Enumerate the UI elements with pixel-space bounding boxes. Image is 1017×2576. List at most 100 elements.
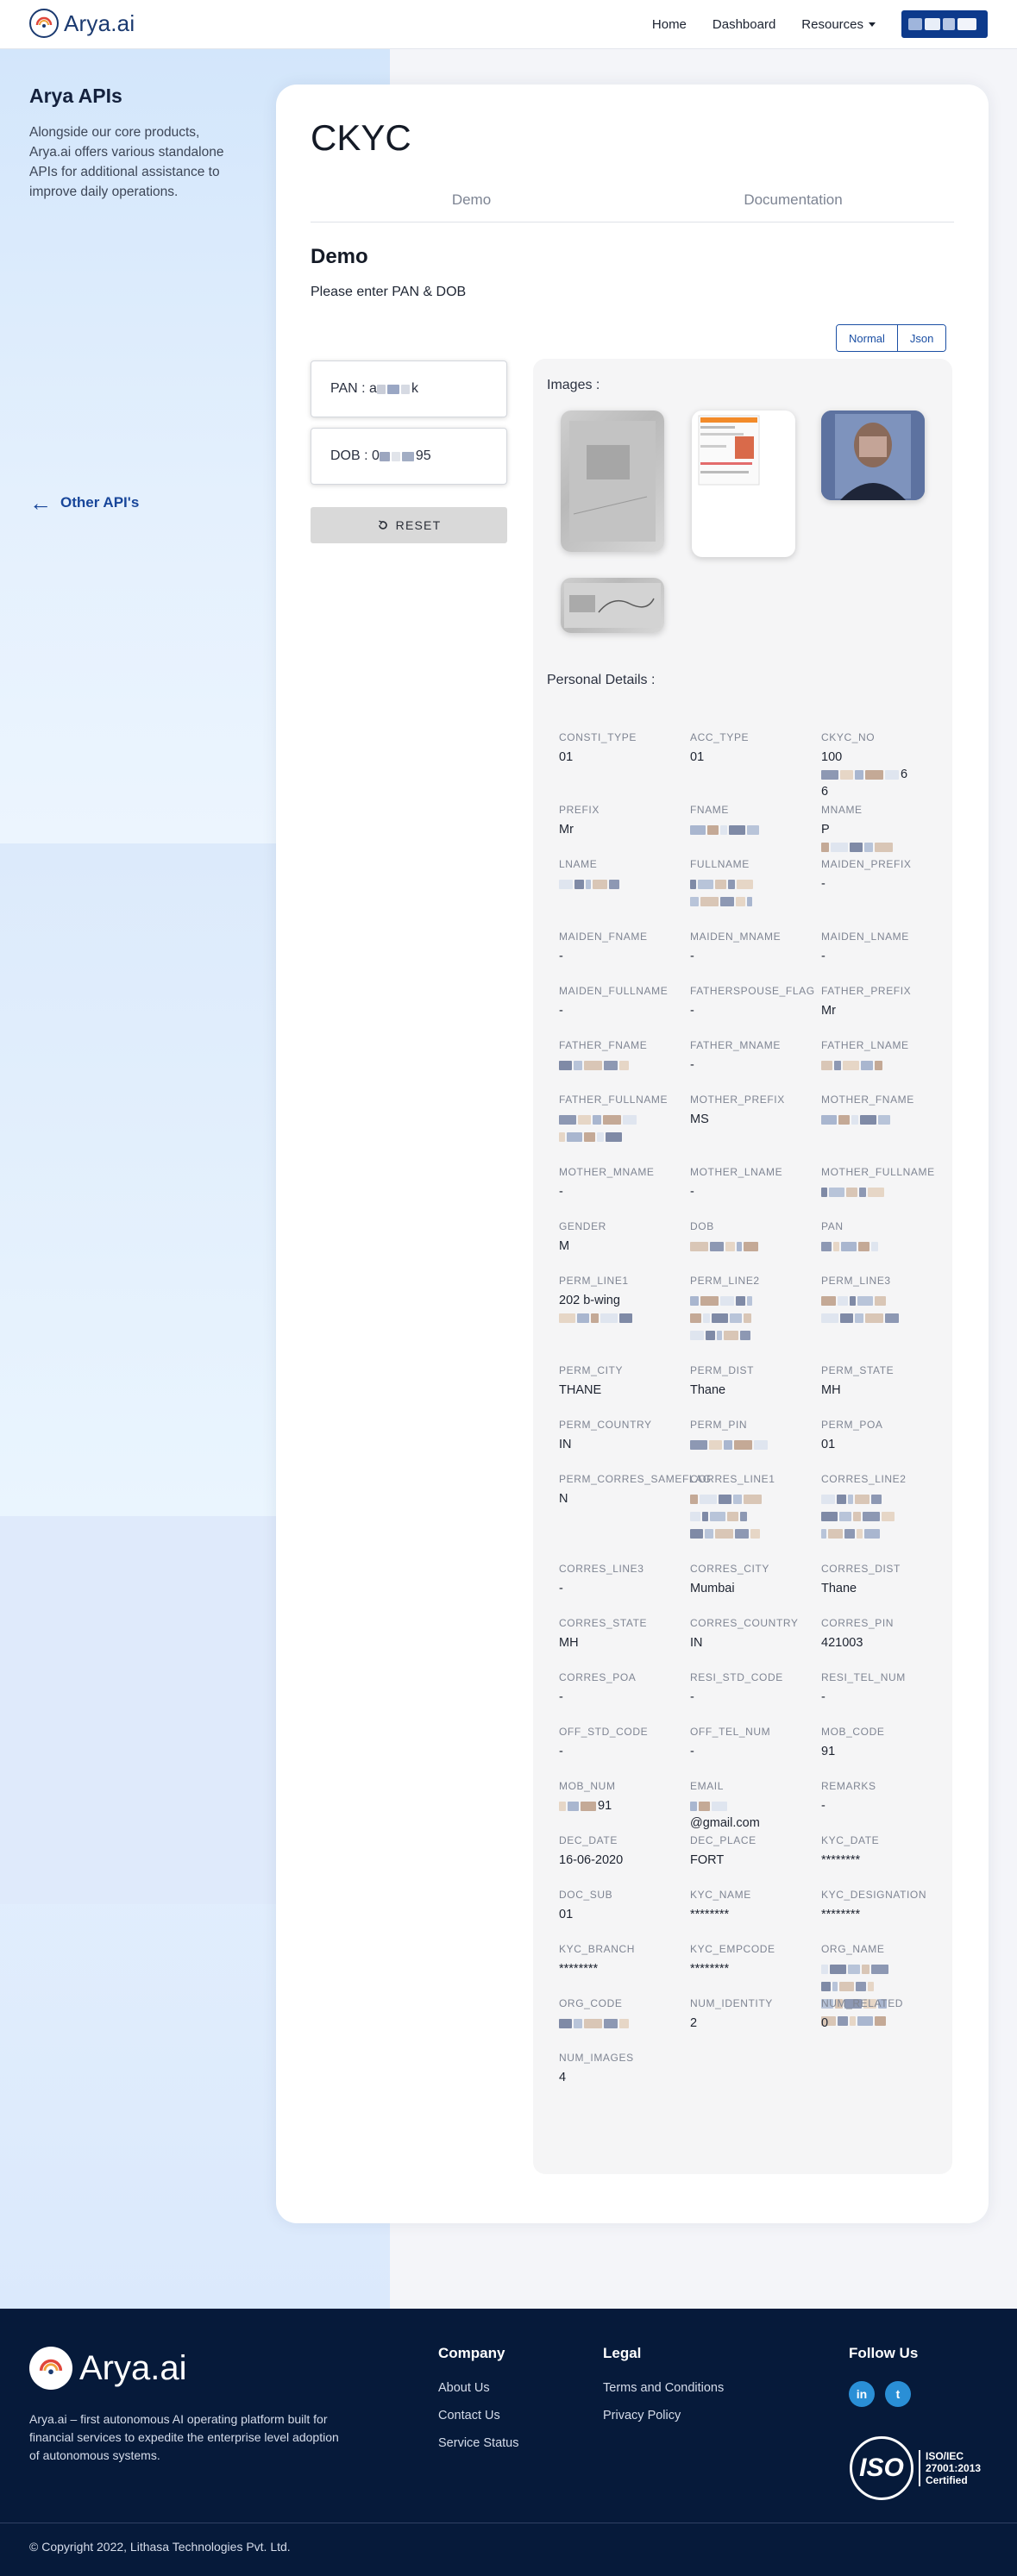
nav-home[interactable]: Home xyxy=(652,17,687,32)
detail-field-father-lname: FATHER_LNAME xyxy=(821,1039,951,1074)
footer-privacy-link[interactable]: Privacy Policy xyxy=(603,2409,724,2422)
detail-label: CORRES_LINE2 xyxy=(821,1473,907,1485)
reset-icon xyxy=(378,520,387,530)
detail-value: 2 xyxy=(690,2015,819,2032)
nav-dashboard[interactable]: Dashboard xyxy=(713,17,775,32)
detail-value: Mr xyxy=(821,1002,951,1019)
other-apis-label: Other API's xyxy=(60,494,140,511)
background-band xyxy=(0,843,276,1516)
detail-value: - xyxy=(559,948,688,965)
detail-value: Mumbai xyxy=(690,1580,819,1597)
tab-documentation[interactable]: Documentation xyxy=(632,191,954,222)
footer-contact-link[interactable]: Contact Us xyxy=(438,2409,519,2422)
detail-field-perm-line2: PERM_LINE2 xyxy=(690,1275,819,1344)
detail-value-text: FORT xyxy=(690,1853,725,1867)
detail-value-text: IN xyxy=(559,1438,572,1451)
detail-label: MOTHER_MNAME xyxy=(559,1166,655,1178)
detail-value xyxy=(821,1183,951,1200)
normal-view-button[interactable]: Normal xyxy=(837,325,897,351)
nav-resources[interactable]: Resources xyxy=(801,17,876,32)
detail-label: FATHER_MNAME xyxy=(690,1039,781,1051)
detail-field-dec-place: DEC_PLACE FORT xyxy=(690,1834,819,1869)
detail-value: 421003 xyxy=(821,1634,951,1652)
detail-value-text: 100 xyxy=(821,750,843,764)
reset-button[interactable]: RESET xyxy=(311,507,507,543)
detail-value-text: 6 xyxy=(821,785,829,799)
detail-value-text: ******** xyxy=(821,1908,861,1921)
linkedin-icon[interactable]: in xyxy=(849,2381,875,2407)
detail-value: - xyxy=(559,1002,688,1019)
tab-demo[interactable]: Demo xyxy=(311,191,632,222)
footer-follow-column: Follow Us in t xyxy=(849,2345,918,2407)
detail-value: 91 xyxy=(821,1743,951,1760)
detail-value xyxy=(821,1292,951,1326)
top-navbar: Arya.ai Home Dashboard Resources xyxy=(0,0,1017,49)
detail-label: KYC_BRANCH xyxy=(559,1943,636,1955)
nav-resources-label: Resources xyxy=(801,16,863,32)
iso-line: ISO/IEC xyxy=(926,2450,964,2462)
dob-input[interactable]: DOB : 0 95 xyxy=(311,428,507,485)
arya-logo[interactable]: Arya.ai xyxy=(29,9,135,38)
chevron-down-icon xyxy=(869,22,876,28)
detail-value: Thane xyxy=(690,1382,819,1399)
background-band xyxy=(0,1516,276,1904)
footer-status-link[interactable]: Service Status xyxy=(438,2436,519,2450)
detail-value: ******** xyxy=(690,1960,819,1977)
detail-value: 0 xyxy=(821,2015,951,2032)
detail-value-text: ******** xyxy=(690,1962,730,1976)
detail-value: - xyxy=(559,1580,688,1597)
json-view-button[interactable]: Json xyxy=(896,325,946,351)
signature-image-thumb[interactable] xyxy=(561,578,664,633)
detail-field-corres-line3: CORRES_LINE3 - xyxy=(559,1563,688,1597)
detail-label: REMARKS xyxy=(821,1780,876,1792)
footer-legal-column: Legal Terms and Conditions Privacy Polic… xyxy=(603,2345,724,2436)
footer-logo[interactable]: Arya.ai xyxy=(29,2347,187,2390)
detail-value-text: 4 xyxy=(559,2071,567,2084)
photo-image-thumb[interactable] xyxy=(821,411,925,500)
detail-label: FATHER_PREFIX xyxy=(821,985,912,997)
detail-value xyxy=(690,1238,819,1255)
detail-label: PERM_LINE1 xyxy=(559,1275,629,1287)
detail-value: 202 b-wing xyxy=(559,1292,688,1326)
detail-value: 01 xyxy=(559,749,688,766)
detail-value-text: 01 xyxy=(690,750,705,764)
detail-field-corres-line1: CORRES_LINE1 xyxy=(690,1473,819,1542)
detail-field-corres-country: CORRES_COUNTRY IN xyxy=(690,1617,819,1652)
detail-value-text: Mumbai xyxy=(690,1582,735,1595)
detail-field-perm-country: PERM_COUNTRY IN xyxy=(559,1419,688,1453)
detail-label: DEC_PLACE xyxy=(690,1834,756,1846)
twitter-icon[interactable]: t xyxy=(885,2381,911,2407)
detail-value-text: - xyxy=(690,1690,694,1704)
detail-label: MAIDEN_MNAME xyxy=(690,931,782,943)
detail-value-text: MH xyxy=(559,1636,579,1650)
form-image-thumb[interactable] xyxy=(692,411,795,557)
other-apis-link[interactable]: ← Other API's xyxy=(29,492,140,514)
detail-value xyxy=(821,1056,951,1074)
detail-label: LNAME xyxy=(559,858,598,870)
pan-input[interactable]: PAN : a k xyxy=(311,360,507,417)
detail-field-corres-line2: CORRES_LINE2 xyxy=(821,1473,951,1542)
detail-value xyxy=(559,2015,688,2032)
detail-label: OFF_STD_CODE xyxy=(559,1726,649,1738)
detail-value-text: 01 xyxy=(559,1908,574,1921)
footer-terms-link[interactable]: Terms and Conditions xyxy=(603,2381,724,2395)
detail-value: - xyxy=(821,1689,951,1706)
detail-label: CORRES_PIN xyxy=(821,1617,895,1629)
detail-value: ******** xyxy=(821,1852,951,1869)
detail-label: CONSTI_TYPE xyxy=(559,731,637,743)
detail-field-num-related: NUM_RELATED 0 xyxy=(821,1997,951,2032)
detail-value xyxy=(690,1436,819,1453)
detail-field-mob-code: MOB_CODE 91 xyxy=(821,1726,951,1760)
detail-value xyxy=(559,875,688,893)
user-account-button[interactable] xyxy=(901,10,988,38)
detail-value: ******** xyxy=(690,1906,819,1923)
detail-label: MOB_CODE xyxy=(821,1726,885,1738)
detail-label: CKYC_NO xyxy=(821,731,876,743)
footer-about-link[interactable]: About Us xyxy=(438,2381,519,2395)
detail-label: MOTHER_FNAME xyxy=(821,1094,914,1106)
arya-logo-icon xyxy=(29,9,59,38)
pan-input-suffix: k xyxy=(411,381,418,396)
document-image-thumb[interactable] xyxy=(561,411,664,552)
detail-value xyxy=(821,1111,951,1128)
dob-input-prefix: DOB : 0 xyxy=(330,448,380,463)
